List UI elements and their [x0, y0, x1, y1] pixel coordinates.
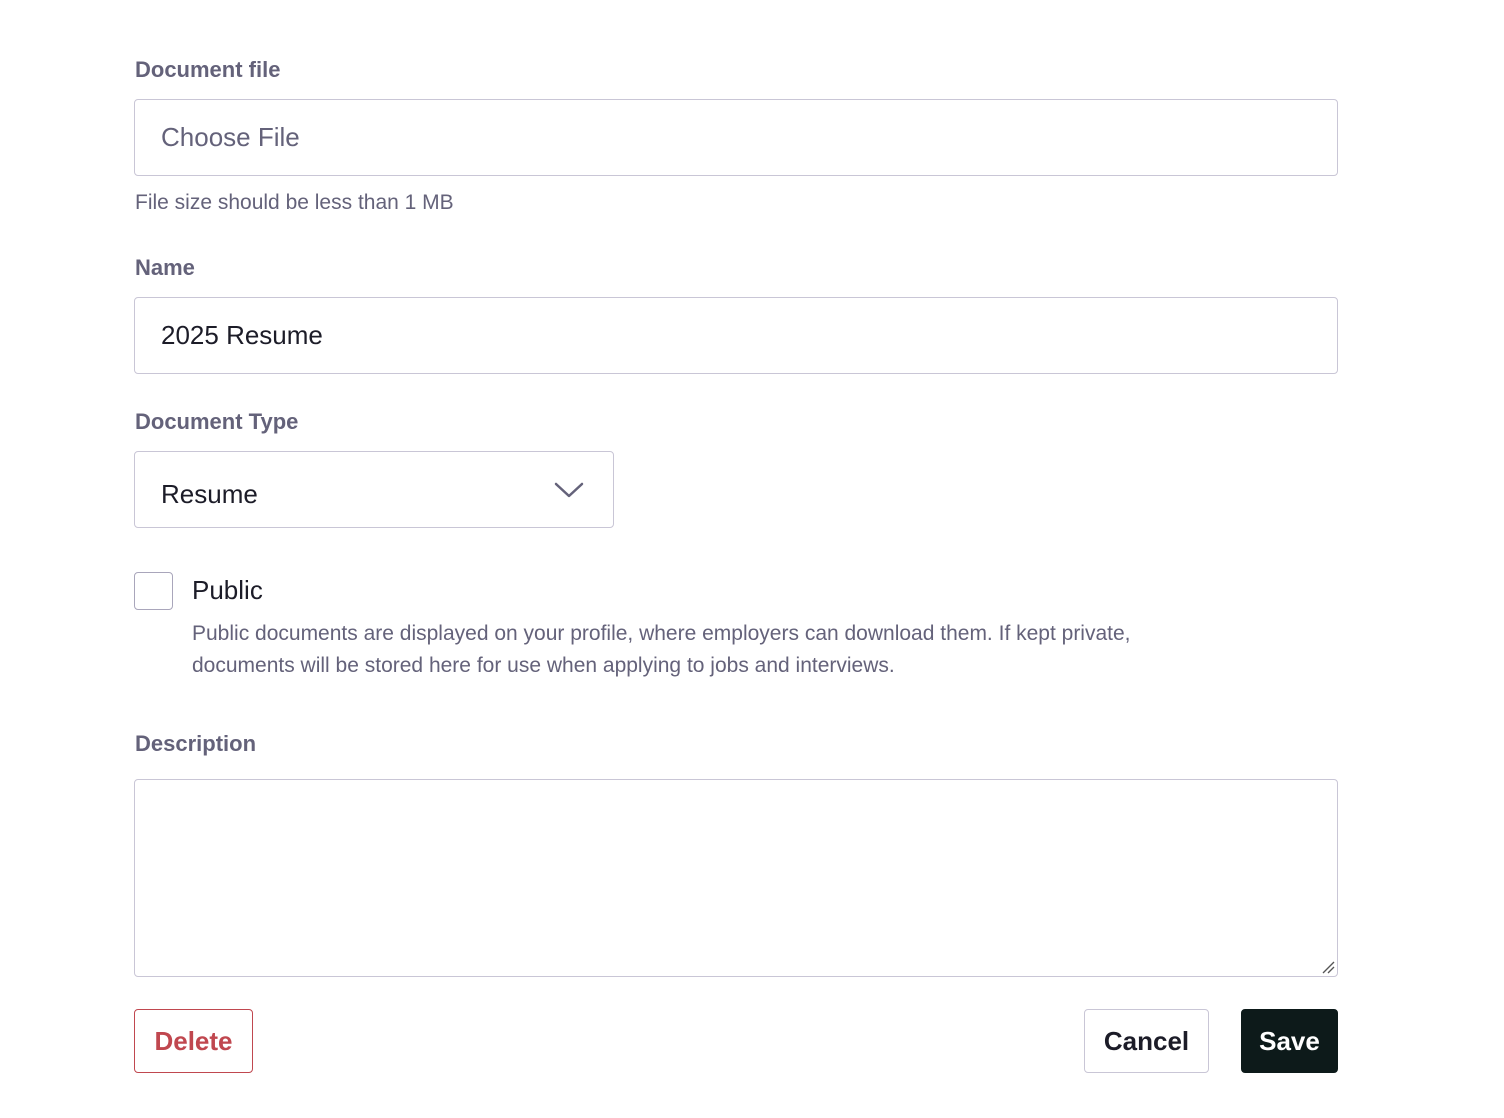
choose-file-button[interactable]: Choose File	[161, 122, 300, 153]
public-checkbox[interactable]	[134, 572, 173, 610]
public-label[interactable]: Public	[192, 575, 263, 606]
chevron-down-icon	[553, 480, 585, 500]
public-description-line1: Public documents are displayed on your p…	[192, 622, 1131, 645]
name-input[interactable]: 2025 Resume	[134, 297, 1338, 374]
description-label: Description	[135, 731, 257, 756]
document-type-select[interactable]: Resume	[134, 451, 614, 528]
file-size-help: File size should be less than 1 MB	[135, 191, 454, 214]
document-type-selected: Resume	[161, 479, 258, 509]
save-button[interactable]: Save	[1241, 1009, 1338, 1073]
name-label: Name	[135, 255, 195, 280]
document-type-label: Document Type	[135, 409, 299, 434]
name-input-value: 2025 Resume	[161, 320, 323, 350]
document-file-label: Document file	[135, 57, 281, 82]
cancel-button[interactable]: Cancel	[1084, 1009, 1209, 1073]
public-description-line2: documents will be stored here for use wh…	[192, 654, 895, 677]
document-form: Document file Choose File File size shou…	[0, 0, 1504, 1118]
delete-button[interactable]: Delete	[134, 1009, 253, 1073]
description-textarea[interactable]	[134, 779, 1338, 977]
resize-handle-icon[interactable]	[1321, 960, 1335, 974]
file-input[interactable]: Choose File	[134, 99, 1338, 176]
